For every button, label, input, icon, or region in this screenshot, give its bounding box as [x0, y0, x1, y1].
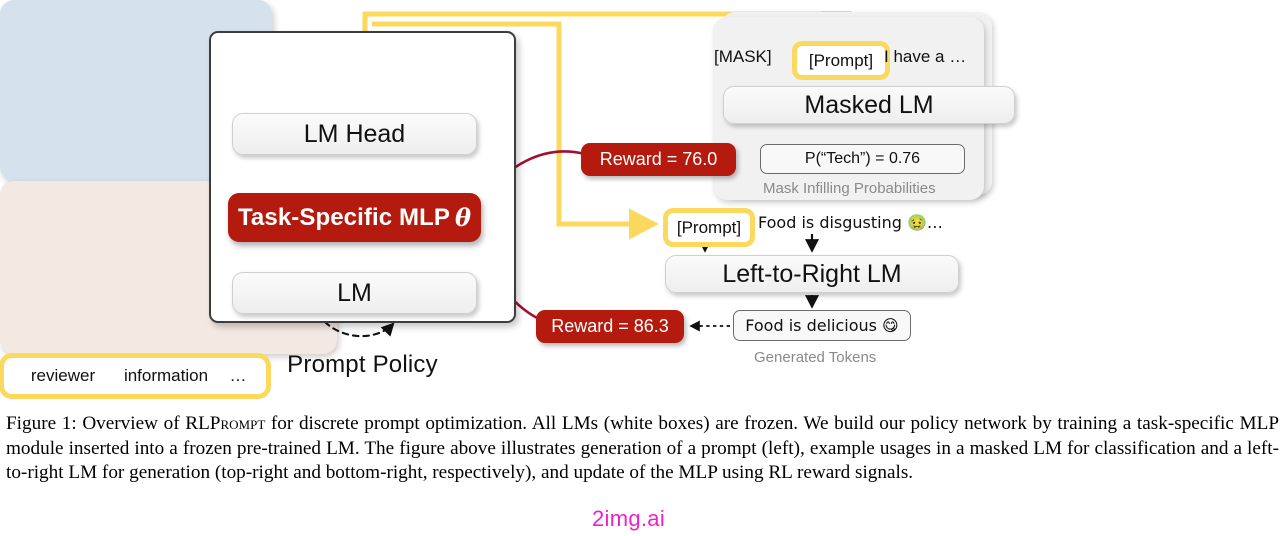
- context-token-masked: I have a …: [884, 47, 967, 66]
- figure-caption: Figure 1: Overview of RLPrompt for discr…: [6, 412, 1279, 486]
- reward-generation-badge: Reward = 86.3: [536, 310, 684, 343]
- left-to-right-lm-box: Left-to-Right LM: [665, 255, 959, 293]
- reward-masked-badge: Reward = 76.0: [581, 143, 736, 176]
- caption-label: Figure 1:: [6, 413, 77, 434]
- caption-method-rl: RL: [185, 413, 210, 434]
- mask-infilling-output: P(“Tech”) = 0.76: [760, 144, 965, 174]
- figure-diagram: [MASK] [Prompt] I have a … Masked LM P(“…: [0, 0, 1285, 400]
- lm-head-box: LM Head: [232, 113, 477, 155]
- generated-tokens-output: Food is delicious 😋: [733, 310, 911, 341]
- generation-panel-caption: Generated Tokens: [754, 349, 877, 366]
- watermark: 2img.ai: [592, 506, 666, 531]
- prompt-policy-caption: Prompt Policy: [287, 351, 438, 378]
- prompt-token-1: reviewer: [30, 366, 96, 385]
- task-specific-mlp-box: Task-Specific MLP θ: [228, 193, 481, 242]
- prompt-token-generation[interactable]: [Prompt]: [664, 209, 754, 246]
- context-token-generation: Food is disgusting 🤢…: [758, 213, 943, 232]
- caption-text-1: Overview of: [76, 413, 186, 434]
- frozen-lm-box: LM: [232, 272, 477, 314]
- mlp-theta-symbol: θ: [454, 203, 472, 232]
- masked-lm-box: Masked LM: [723, 86, 1015, 124]
- caption-method-prompt: Prompt: [209, 413, 266, 434]
- prompt-token-2: information: [123, 366, 209, 385]
- masked-panel-caption: Mask Infilling Probabilities: [763, 180, 936, 197]
- prompt-token-masked[interactable]: [Prompt]: [793, 42, 889, 79]
- mask-token-label: [MASK]: [714, 47, 772, 66]
- mlp-label: Task-Specific MLP: [237, 203, 450, 231]
